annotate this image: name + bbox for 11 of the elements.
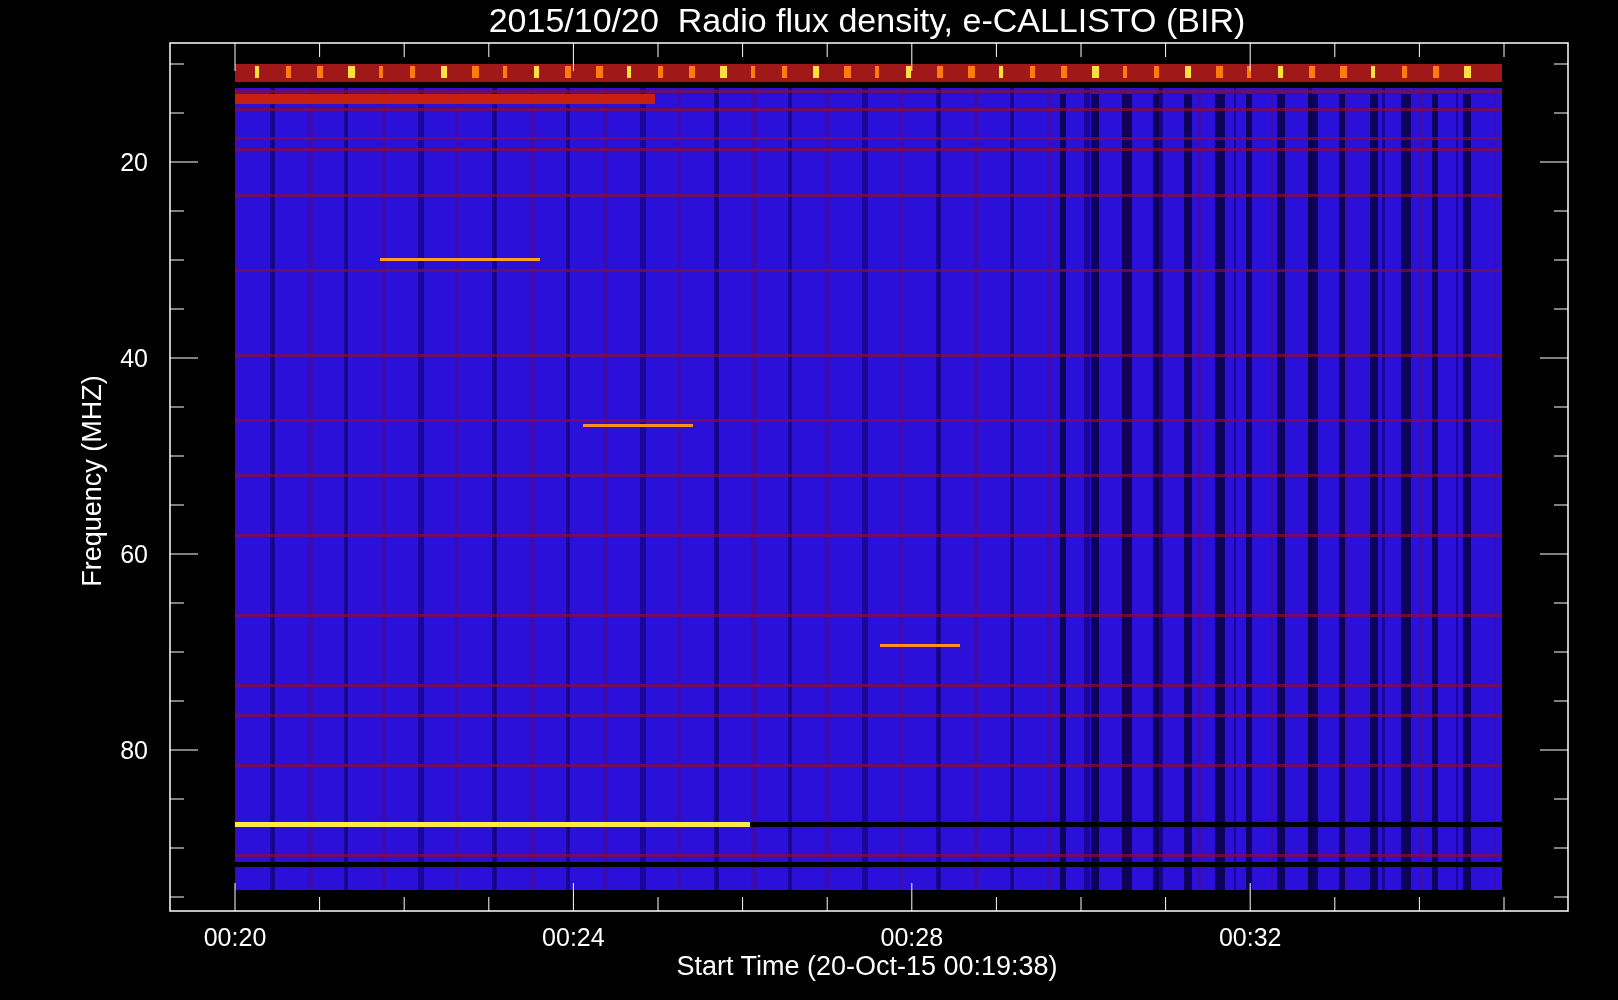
x-tick-label: 00:28	[880, 923, 944, 951]
y-axis-label: Frequency (MHZ)	[77, 375, 107, 587]
chart-title: 2015/10/20 Radio flux density, e-CALLISTO (BIR)	[488, 1, 1246, 39]
x-tick-label: 00:20	[203, 923, 267, 951]
x-axis-label: Start Time (20-Oct-15 00:19:38)	[676, 951, 1058, 981]
x-tick-label: 00:24	[542, 923, 605, 951]
y-tick-label: 20	[120, 148, 148, 176]
y-tick-label: 80	[120, 736, 148, 764]
y-tick-label: 60	[120, 540, 148, 568]
x-tick-label: 00:32	[1218, 923, 1282, 951]
y-tick-label: 40	[120, 344, 148, 372]
